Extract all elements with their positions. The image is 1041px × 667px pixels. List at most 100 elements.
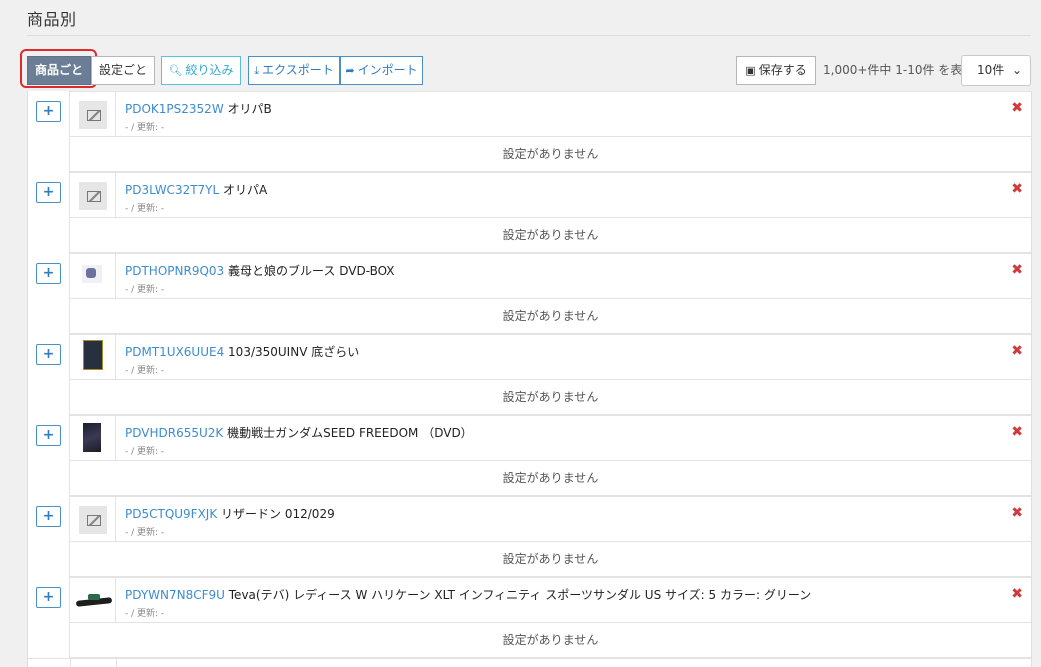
floppy-disk-icon: ▣ bbox=[745, 64, 756, 77]
list-item-partial bbox=[27, 658, 1032, 667]
product-code-link[interactable]: PDTHOPNR9Q03 bbox=[125, 264, 224, 278]
product-thumbnail bbox=[76, 593, 112, 607]
plus-icon: + bbox=[42, 589, 55, 605]
product-list: + PDOK1PS2352W オリパB - / 更新: - ✖ 設定がありません + PD3… bbox=[27, 91, 1032, 658]
product-name: 機動戦士ガンダムSEED FREEDOM （DVD） bbox=[227, 426, 473, 440]
product-row: PDVHDR655U2K 機動戦士ガンダムSEED FREEDOM （DVD） -… bbox=[70, 415, 1031, 461]
thumbnail-cell bbox=[70, 92, 116, 137]
product-thumbnail bbox=[83, 423, 101, 452]
plus-icon: + bbox=[42, 265, 55, 281]
save-label: 保存する bbox=[758, 63, 807, 77]
product-text: PD3LWC32T7YL オリパA - / 更新: - bbox=[125, 181, 267, 214]
product-code-link[interactable]: PDMT1UX6UUE4 bbox=[125, 345, 224, 359]
expand-column: + bbox=[28, 496, 70, 577]
list-item: + PDMT1UX6UUE4 103/350UINV 底ざらい - / 更新: - ✖… bbox=[27, 334, 1032, 415]
product-name: リザードン 012/029 bbox=[221, 507, 335, 521]
by-product-button[interactable]: 商品ごと bbox=[27, 56, 91, 85]
delete-icon[interactable]: ✖ bbox=[1011, 505, 1023, 521]
column-divider bbox=[70, 659, 71, 667]
empty-settings-text: 設定がありません bbox=[70, 542, 1031, 577]
delete-icon[interactable]: ✖ bbox=[1011, 262, 1023, 278]
expand-button[interactable]: + bbox=[36, 101, 61, 122]
expand-button[interactable]: + bbox=[36, 506, 61, 527]
empty-settings-text: 設定がありません bbox=[70, 380, 1031, 415]
toolbar: 商品ごと 設定ごと 🔍︎ 絞り込み ⤓ エクスポート ➦ インポート ▣ 保存する 1,… bbox=[20, 49, 1031, 88]
product-name: 103/350UINV 底ざらい bbox=[228, 345, 360, 359]
plus-icon: + bbox=[42, 184, 55, 200]
per-page-select[interactable]: 10件 ⌄ bbox=[961, 55, 1031, 86]
product-meta: - / 更新: - bbox=[125, 123, 165, 133]
list-item: + PD3LWC32T7YL オリパA - / 更新: - ✖ 設定がありません bbox=[27, 172, 1032, 253]
page-title: 商品別 bbox=[27, 10, 77, 29]
save-button[interactable]: ▣ 保存する bbox=[736, 56, 816, 85]
list-item: + PDVHDR655U2K 機動戦士ガンダムSEED FREEDOM （DVD）… bbox=[27, 415, 1032, 496]
product-meta: - / 更新: - bbox=[125, 609, 165, 619]
search-icon: 🔍︎ bbox=[168, 64, 183, 77]
product-row: PD3LWC32T7YL オリパA - / 更新: - ✖ bbox=[70, 172, 1031, 218]
product-meta: - / 更新: - bbox=[125, 528, 165, 538]
expand-button[interactable]: + bbox=[36, 587, 61, 608]
delete-icon[interactable]: ✖ bbox=[1011, 100, 1023, 116]
product-row: PDMT1UX6UUE4 103/350UINV 底ざらい - / 更新: - ✖ bbox=[70, 334, 1031, 380]
product-text: PD5CTQU9FXJK リザードン 012/029 - / 更新: - bbox=[125, 505, 335, 538]
product-name: オリパB bbox=[227, 102, 272, 116]
by-setting-label: 設定ごと bbox=[98, 63, 147, 77]
delete-icon[interactable]: ✖ bbox=[1011, 343, 1023, 359]
product-meta: - / 更新: - bbox=[125, 285, 165, 295]
expand-column: + bbox=[28, 577, 70, 658]
export-button[interactable]: ⤓ エクスポート bbox=[248, 56, 340, 85]
expand-button[interactable]: + bbox=[36, 263, 61, 284]
product-row: PD5CTQU9FXJK リザードン 012/029 - / 更新: - ✖ bbox=[70, 496, 1031, 542]
empty-settings-text: 設定がありません bbox=[70, 623, 1031, 658]
product-code-link[interactable]: PDYWN7N8CF9U bbox=[125, 588, 225, 602]
product-text: PDTHOPNR9Q03 義母と娘のブルース DVD-BOX - / 更新: - bbox=[125, 262, 395, 295]
product-text: PDVHDR655U2K 機動戦士ガンダムSEED FREEDOM （DVD） -… bbox=[125, 424, 473, 457]
product-code-link[interactable]: PDOK1PS2352W bbox=[125, 102, 224, 116]
import-button[interactable]: ➦ インポート bbox=[340, 56, 423, 85]
thumbnail-cell bbox=[70, 254, 116, 299]
product-line: PDTHOPNR9Q03 義母と娘のブルース DVD-BOX bbox=[125, 262, 395, 279]
product-code-link[interactable]: PD3LWC32T7YL bbox=[125, 183, 219, 197]
expand-button[interactable]: + bbox=[36, 182, 61, 203]
chevron-down-icon: ⌄ bbox=[1011, 63, 1022, 77]
delete-icon[interactable]: ✖ bbox=[1011, 181, 1023, 197]
expand-button[interactable]: + bbox=[36, 425, 61, 446]
list-item: + PDYWN7N8CF9U Teva(テバ) レディース W ハリケーン XLT… bbox=[27, 577, 1032, 658]
expand-column: + bbox=[28, 172, 70, 253]
empty-settings-text: 設定がありません bbox=[70, 137, 1031, 172]
filter-button[interactable]: 🔍︎ 絞り込み bbox=[161, 56, 241, 85]
product-code-link[interactable]: PDVHDR655U2K bbox=[125, 426, 223, 440]
expand-column: + bbox=[28, 253, 70, 334]
product-line: PD3LWC32T7YL オリパA bbox=[125, 181, 267, 198]
product-line: PDYWN7N8CF9U Teva(テバ) レディース W ハリケーン XLT … bbox=[125, 586, 811, 603]
expand-column: + bbox=[28, 334, 70, 415]
product-row: PDOK1PS2352W オリパB - / 更新: - ✖ bbox=[70, 91, 1031, 137]
import-label: インポート bbox=[357, 63, 418, 77]
product-thumbnail bbox=[82, 265, 102, 283]
product-text: PDOK1PS2352W オリパB - / 更新: - bbox=[125, 100, 272, 133]
product-thumbnail bbox=[83, 340, 103, 370]
thumbnail-cell bbox=[70, 578, 116, 623]
product-text: PDYWN7N8CF9U Teva(テバ) レディース W ハリケーン XLT … bbox=[125, 586, 811, 619]
delete-icon[interactable]: ✖ bbox=[1011, 424, 1023, 440]
empty-settings-text: 設定がありません bbox=[70, 218, 1031, 253]
list-item: + PDTHOPNR9Q03 義母と娘のブルース DVD-BOX - / 更新: -… bbox=[27, 253, 1032, 334]
thumbnail-cell bbox=[70, 416, 116, 461]
list-item: + PDOK1PS2352W オリパB - / 更新: - ✖ 設定がありません bbox=[27, 91, 1032, 172]
product-code-link[interactable]: PD5CTQU9FXJK bbox=[125, 507, 217, 521]
download-icon: ⤓ bbox=[254, 64, 260, 77]
export-label: エクスポート bbox=[262, 63, 334, 77]
thumbnail-cell bbox=[70, 335, 116, 380]
expand-button[interactable]: + bbox=[36, 344, 61, 365]
delete-icon[interactable]: ✖ bbox=[1011, 586, 1023, 602]
thumbnail-cell bbox=[70, 497, 116, 542]
share-arrow-icon: ➦ bbox=[345, 64, 355, 77]
product-meta: - / 更新: - bbox=[125, 366, 165, 376]
image-placeholder-icon bbox=[79, 101, 107, 129]
product-name: オリパA bbox=[223, 183, 268, 197]
by-product-label: 商品ごと bbox=[34, 63, 83, 77]
column-divider bbox=[116, 659, 117, 667]
by-setting-button[interactable]: 設定ごと bbox=[91, 56, 155, 85]
empty-settings-text: 設定がありません bbox=[70, 461, 1031, 496]
product-row: PDYWN7N8CF9U Teva(テバ) レディース W ハリケーン XLT … bbox=[70, 577, 1031, 623]
